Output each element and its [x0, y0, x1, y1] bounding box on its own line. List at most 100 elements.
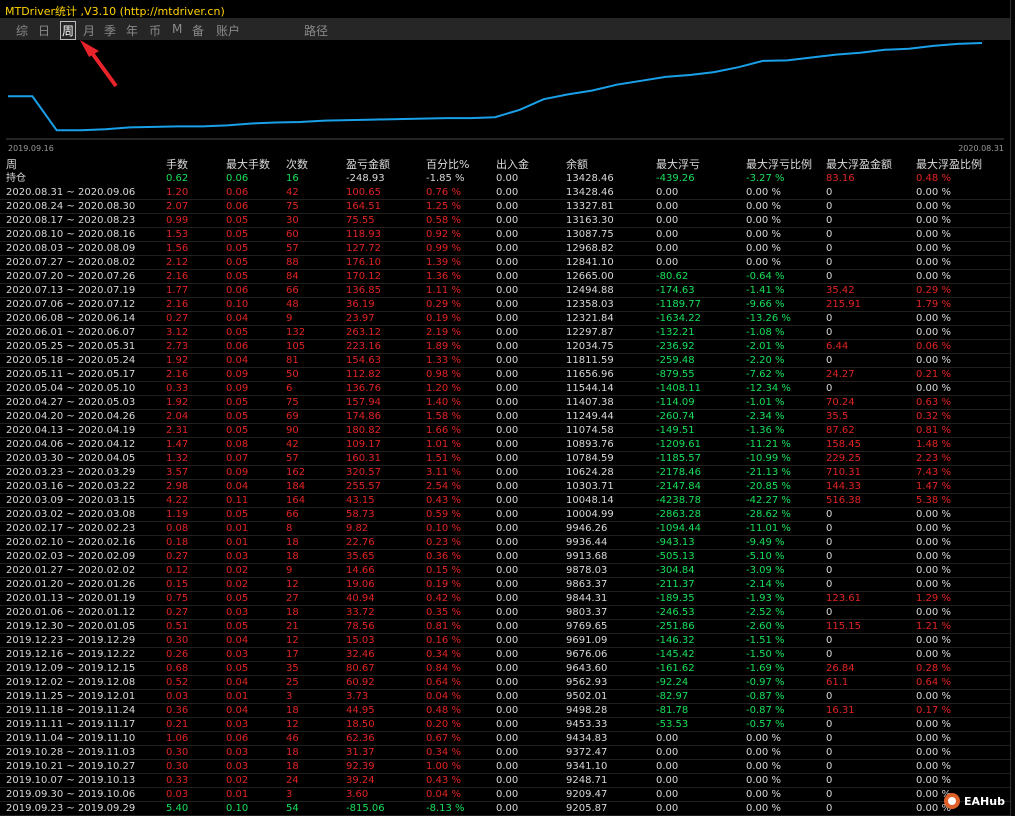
cell-col-10: 0 [826, 215, 833, 226]
cell-col-7: 9341.10 [566, 761, 608, 772]
cell-col-7: 9769.65 [566, 621, 608, 632]
table-row[interactable]: 2020.07.20 ~ 2020.07.26 2.16 0.05 84 170.12 1… [0, 270, 1010, 284]
table-row[interactable]: 2020.04.27 ~ 2020.05.03 1.92 0.05 75 157.94 1… [0, 396, 1010, 410]
cell-col-5: 1.33 % [426, 355, 461, 366]
table-row[interactable]: 2020.08.17 ~ 2020.08.23 0.99 0.05 30 75.55 0.… [0, 214, 1010, 228]
table-row[interactable]: 2019.11.25 ~ 2019.12.01 0.03 0.01 3 3.73 0.04… [0, 690, 1010, 704]
tab-7[interactable]: M [172, 22, 182, 36]
cell-col-3: 60 [286, 229, 299, 240]
table-row[interactable]: 2019.11.11 ~ 2019.11.17 0.21 0.03 12 18.50 0.… [0, 718, 1010, 732]
cell-col-9: -0.64 % [746, 271, 785, 282]
table-row[interactable]: 2019.12.02 ~ 2019.12.08 0.52 0.04 25 60.92 0.… [0, 676, 1010, 690]
cell-col-6: 0.00 [496, 439, 519, 450]
table-row[interactable]: 2020.06.08 ~ 2020.06.14 0.27 0.04 9 23.97 0.1… [0, 312, 1010, 326]
cell-col-10: 0 [826, 565, 833, 576]
table-row[interactable]: 2019.10.21 ~ 2019.10.27 0.30 0.03 18 92.39 1.… [0, 760, 1010, 774]
cell-col-3: 6 [286, 383, 293, 394]
cell-col-6: 0.00 [496, 453, 519, 464]
cell-col-9: 0.00 % [746, 229, 781, 240]
table-row[interactable]: 2020.05.25 ~ 2020.05.31 2.73 0.06 105 223.16… [0, 340, 1010, 354]
cell-col-7: 9453.33 [566, 719, 608, 730]
table-row[interactable]: 2020.05.04 ~ 2020.05.10 0.33 0.09 6 136.76 1.… [0, 382, 1010, 396]
tab-5[interactable]: 年 [126, 22, 138, 39]
table-row[interactable]: 2020.06.01 ~ 2020.06.07 3.12 0.05 132 263.12… [0, 326, 1010, 340]
cell-col-0: 2020.07.20 ~ 2020.07.26 [6, 271, 136, 282]
cell-col-5: 0.43 % [426, 495, 461, 506]
table-row[interactable]: 2020.03.30 ~ 2020.04.05 1.32 0.07 57 160.31 1… [0, 452, 1010, 466]
table-row[interactable]: 2020.08.10 ~ 2020.08.16 1.53 0.05 60 118.93 0… [0, 228, 1010, 242]
table-row[interactable]: 2019.12.09 ~ 2019.12.15 0.68 0.05 35 80.67 0.… [0, 662, 1010, 676]
table-row[interactable]: 2020.05.11 ~ 2020.05.17 2.16 0.09 50 112.82 0… [0, 368, 1010, 382]
cell-col-1: 0.15 [166, 579, 189, 590]
table-row[interactable]: 2020.02.17 ~ 2020.02.23 0.08 0.01 8 9.82 0.10… [0, 522, 1010, 536]
cell-col-8: -236.92 [656, 341, 695, 352]
table-row[interactable]: 2020.01.20 ~ 2020.01.26 0.15 0.02 12 19.06 0.… [0, 578, 1010, 592]
cell-col-11: 1.48 % [916, 439, 951, 450]
table-row[interactable]: 2020.08.24 ~ 2020.08.30 2.07 0.06 75 164.51 1… [0, 200, 1010, 214]
header-col-3: 次数 [286, 158, 308, 171]
table-row[interactable]: 2020.01.27 ~ 2020.02.02 0.12 0.02 9 14.66 0.1… [0, 564, 1010, 578]
table-row[interactable]: 2020.01.13 ~ 2020.01.19 0.75 0.05 27 40.94 0.… [0, 592, 1010, 606]
cell-col-9: -1.50 % [746, 649, 785, 660]
table-row[interactable]: 2020.04.06 ~ 2020.04.12 1.47 0.08 42 109.17 1… [0, 438, 1010, 452]
cell-col-6: 0.00 [496, 495, 519, 506]
cell-col-0: 持仓 [6, 173, 26, 184]
vertical-scrollbar[interactable] [1010, 0, 1015, 816]
cell-col-11: 0.00 % [916, 215, 951, 226]
tab-10[interactable]: 路径 [304, 22, 328, 39]
cell-col-8: -149.51 [656, 425, 695, 436]
tab-1[interactable]: 日 [38, 22, 50, 39]
cell-col-4: 176.10 [346, 257, 381, 268]
tab-2[interactable]: 周 [60, 21, 77, 40]
table-row[interactable]: 2020.07.06 ~ 2020.07.12 2.16 0.10 48 36.19 0.… [0, 298, 1010, 312]
table-row[interactable]: 2020.02.10 ~ 2020.02.16 0.18 0.01 18 22.76 0.… [0, 536, 1010, 550]
table-row[interactable]: 2020.04.20 ~ 2020.04.26 2.04 0.05 69 174.86 1… [0, 410, 1010, 424]
table-row[interactable]: 2020.02.03 ~ 2020.02.09 0.27 0.03 18 35.65 0.… [0, 550, 1010, 564]
tab-9[interactable]: 账户 [216, 22, 240, 39]
cell-col-0: 2020.08.31 ~ 2020.09.06 [6, 187, 136, 198]
cell-col-4: 223.16 [346, 341, 381, 352]
tab-3[interactable]: 月 [83, 22, 95, 39]
table-row[interactable]: 2020.03.16 ~ 2020.03.22 2.98 0.04 184 255.57… [0, 480, 1010, 494]
cell-col-8: 0.00 [656, 187, 679, 198]
cell-col-0: 2019.10.21 ~ 2019.10.27 [6, 761, 136, 772]
cell-col-3: 75 [286, 397, 299, 408]
table-row[interactable]: 2020.04.13 ~ 2020.04.19 2.31 0.05 90 180.82 1… [0, 424, 1010, 438]
table-row[interactable]: 2020.03.23 ~ 2020.03.29 3.57 0.09 162 320.57… [0, 466, 1010, 480]
tab-8[interactable]: 备 [192, 22, 204, 39]
cell-col-2: 0.09 [226, 369, 249, 380]
table-row[interactable]: 2019.10.28 ~ 2019.11.03 0.30 0.03 18 31.37 0.… [0, 746, 1010, 760]
table-row[interactable]: 2020.03.02 ~ 2020.03.08 1.19 0.05 66 58.73 0.… [0, 508, 1010, 522]
cell-col-4: 44.95 [346, 705, 375, 716]
table-row[interactable]: 2020.03.09 ~ 2020.03.15 4.22 0.11 164 43.15 0… [0, 494, 1010, 508]
table-row[interactable]: 2020.08.03 ~ 2020.08.09 1.56 0.05 57 127.72 0… [0, 242, 1010, 256]
cell-col-10: 0 [826, 551, 833, 562]
cell-col-6: 0.00 [496, 285, 519, 296]
table-row[interactable]: 2019.12.23 ~ 2019.12.29 0.30 0.04 12 15.03 0.… [0, 634, 1010, 648]
table-row[interactable]: 2019.11.18 ~ 2019.11.24 0.36 0.04 18 44.95 0.… [0, 704, 1010, 718]
table-row[interactable]: 2020.08.31 ~ 2020.09.06 1.20 0.06 42 100.65 0… [0, 186, 1010, 200]
table-row[interactable]: 2020.07.13 ~ 2020.07.19 1.77 0.06 66 136.85 1… [0, 284, 1010, 298]
table-row[interactable]: 2019.12.16 ~ 2019.12.22 0.26 0.03 17 32.46 0.… [0, 648, 1010, 662]
table-row[interactable]: 2019.10.07 ~ 2019.10.13 0.33 0.02 24 39.24 0.… [0, 774, 1010, 788]
cell-col-0: 2020.07.13 ~ 2020.07.19 [6, 285, 136, 296]
cell-col-7: 9205.87 [566, 803, 608, 814]
table-row[interactable]: 2020.01.06 ~ 2020.01.12 0.27 0.03 18 33.72 0.… [0, 606, 1010, 620]
table-row[interactable]: 2019.09.23 ~ 2019.09.29 5.40 0.10 54 -815.06… [0, 802, 1010, 816]
tab-4[interactable]: 季 [104, 22, 116, 39]
table-row[interactable]: 2019.11.04 ~ 2019.11.10 1.06 0.06 46 62.36 0.… [0, 732, 1010, 746]
cell-col-6: 0.00 [496, 635, 519, 646]
cell-col-9: -12.34 % [746, 383, 791, 394]
cell-col-11: 1.29 % [916, 593, 951, 604]
cell-col-8: 0.00 [656, 201, 679, 212]
tab-0[interactable]: 综 [16, 22, 28, 39]
cell-col-8: -189.35 [656, 593, 695, 604]
cell-col-7: 9248.71 [566, 775, 608, 786]
cell-col-8: -879.55 [656, 369, 695, 380]
table-row[interactable]: 2019.12.30 ~ 2020.01.05 0.51 0.05 21 78.56 0.… [0, 620, 1010, 634]
tab-6[interactable]: 币 [149, 22, 161, 39]
table-row[interactable]: 2020.05.18 ~ 2020.05.24 1.92 0.04 81 154.63 1… [0, 354, 1010, 368]
header-col-7: 余额 [566, 158, 588, 171]
table-row[interactable]: 2020.07.27 ~ 2020.08.02 2.12 0.05 88 176.10 1… [0, 256, 1010, 270]
table-row[interactable]: 2019.09.30 ~ 2019.10.06 0.03 0.01 3 3.60 0.04… [0, 788, 1010, 802]
